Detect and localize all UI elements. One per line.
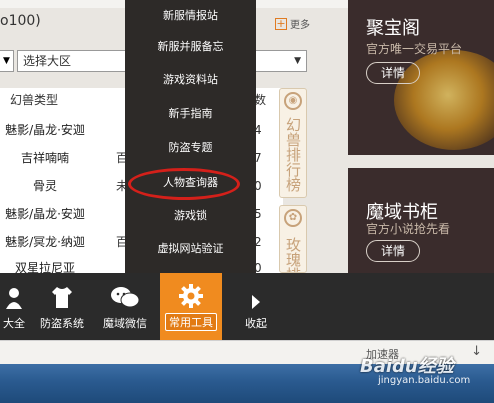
details-button[interactable]: 详情 <box>366 62 420 84</box>
toolbar-label: 魔域微信 <box>103 317 147 330</box>
pet-name: 双星拉尼亚 <box>14 261 75 273</box>
tab-pet-rank-label: 幻兽排行榜 <box>284 116 302 192</box>
download-icon[interactable]: ↓ <box>471 344 482 359</box>
menu-item-game-lock[interactable]: 游戏锁 <box>125 200 256 232</box>
menu-item-site-verify[interactable]: 虚拟网站验证 <box>125 233 256 265</box>
tools-menu: 新服情报站 新服并服备忘 游戏资料站 新手指南 防盗专题 人物查询器 游戏锁 虚… <box>125 0 256 273</box>
menu-item-server-merge[interactable]: 新服并服备忘 <box>125 31 256 63</box>
server-select[interactable]: ▼ <box>0 50 14 72</box>
table-header-type: 幻兽类型 <box>10 93 59 107</box>
gear-icon <box>160 273 222 309</box>
tab-rose-rank-label: 玫瑰排 <box>284 236 302 273</box>
menu-item-game-data[interactable]: 游戏资料站 <box>125 64 256 96</box>
pet-name: 魅影/冥龙·纳迦 <box>5 235 85 249</box>
toolbar-label: 收起 <box>245 317 267 330</box>
wechat-icon <box>96 273 154 309</box>
toolbar-item-collapse[interactable]: 收起 <box>236 273 276 340</box>
tab-rose-rank[interactable]: ✿ 玫瑰排 <box>279 205 307 273</box>
chevron-down-icon: ▼ <box>294 56 301 66</box>
toolbar-item-all[interactable]: 大全 <box>0 273 28 340</box>
toolbar-item-tools[interactable]: 常用工具 <box>160 273 222 340</box>
details-button[interactable]: 详情 <box>366 240 420 262</box>
more-label: 更多 <box>290 20 310 31</box>
menu-item-anti-theft[interactable]: 防盗专题 <box>125 132 256 164</box>
highlight-ring <box>128 168 240 200</box>
promo-jubaoge[interactable]: 聚宝阁 官方唯一交易平台 详情 <box>348 0 494 155</box>
toolbar-item-anti-theft[interactable]: 防盗系统 <box>34 273 90 340</box>
tab-pet-rank[interactable]: ◉ 幻兽排行榜 <box>279 88 307 198</box>
paw-icon: ◉ <box>284 92 302 110</box>
pet-name: 魅影/晶龙·安迦 <box>5 123 85 137</box>
promo-subtitle: 官方唯一交易平台 <box>366 42 463 56</box>
menu-item-new-server-news[interactable]: 新服情报站 <box>125 0 256 32</box>
page: o100) + 更多 ▼ 选择大区 ▼ 幻兽类型 数 魅影/晶龙·安迦 4 吉祥… <box>0 0 494 403</box>
region-select-label: 选择大区 <box>23 54 72 68</box>
toolbar-label: 常用工具 <box>165 313 217 331</box>
promo-subtitle: 官方小说抢先看 <box>366 222 451 236</box>
page-title: o100) <box>0 13 41 29</box>
plus-icon: + <box>275 16 287 30</box>
toolbar-label: 大全 <box>3 317 25 330</box>
toolbar-label: 防盗系统 <box>40 317 84 330</box>
pet-name: 魅影/晶龙·安迦 <box>5 207 85 221</box>
promo-title: 聚宝阁 <box>366 18 420 39</box>
menu-item-beginner-guide[interactable]: 新手指南 <box>125 98 256 130</box>
shirt-icon <box>34 273 90 309</box>
promo-shugui[interactable]: 魔域书柜 官方小说抢先看 详情 <box>348 168 494 273</box>
more-button[interactable]: + 更多 <box>275 16 310 31</box>
bottom-toolbar: 大全 防盗系统 魔域微信 常用工具 收起 <box>0 273 494 340</box>
pet-name: 骨灵 <box>32 179 57 193</box>
watermark-url: jingyan.baidu.com <box>378 375 471 386</box>
user-icon <box>0 273 28 309</box>
arrow-right-icon <box>236 273 276 309</box>
rose-icon: ✿ <box>284 209 302 227</box>
toolbar-item-wechat[interactable]: 魔域微信 <box>96 273 154 340</box>
chevron-down-icon: ▼ <box>3 56 10 66</box>
pet-name: 吉祥喃喃 <box>20 151 69 165</box>
